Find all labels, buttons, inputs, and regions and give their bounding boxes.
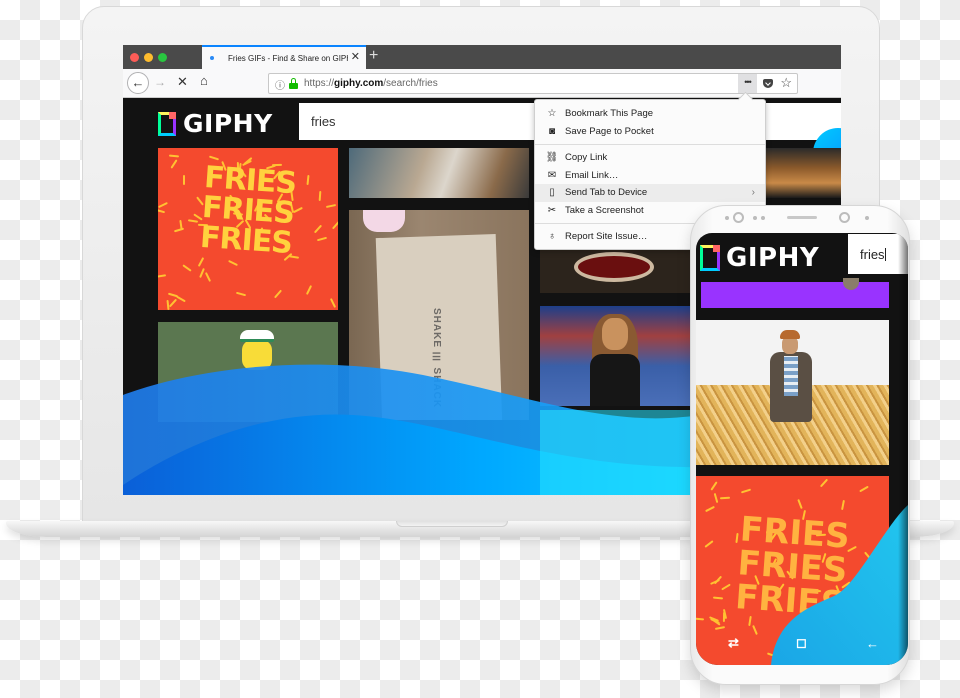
menu-item-save-page-to-pocket[interactable]: ◙ Save Page to Pocket [535,123,765,141]
bookmark-star-icon[interactable]: ☆ [780,75,792,91]
gif-tile-eating[interactable] [349,148,529,198]
menu-item-label: Send Tab to Device [565,187,648,199]
laptop-notch [396,521,508,527]
sensor-dot [725,216,729,220]
home-nav-icon[interactable]: ◻ [796,635,807,651]
lock-icon [289,78,298,89]
menu-item-label: Bookmark This Page [565,108,654,120]
ball [843,278,859,290]
sprinkle [330,298,337,309]
sprinkle [198,268,205,279]
lightbulb-icon: ♁ [548,231,556,243]
homer-hat [240,330,274,342]
sprinkle [168,293,179,298]
menu-item-label: Take a Screenshot [565,204,644,216]
tab-bar: Fries GIFs - Find & Share on GIPHY ✕ + [123,45,841,69]
face [602,318,628,350]
link-icon: ⛓ [545,152,559,164]
recent-apps-icon[interactable]: ⇄ [728,635,739,651]
page-actions-button[interactable]: ••• [738,74,757,93]
menu-item-copy-link[interactable]: ⛓ Copy Link [535,149,765,167]
giphy-logo-icon [158,111,176,136]
text-caret [884,248,886,261]
phone-screen: GIPHY fries FRIES FRIES FRIES ⇄ ◻ ← [696,233,908,665]
phone-search-value: fries [860,247,886,262]
tab-giphy[interactable]: Fries GIFs - Find & Share on GIPHY ✕ [202,45,366,69]
giphy-logo[interactable]: GIPHY [158,109,273,138]
iris-camera [839,212,850,223]
sprinkle [158,273,166,278]
star-icon: ☆ [547,108,557,120]
close-window-button[interactable] [130,53,139,62]
pocket-icon[interactable] [763,79,773,88]
sensor-dot [753,216,757,220]
phone-device: GIPHY fries FRIES FRIES FRIES ⇄ ◻ ← [690,205,910,685]
tab-title: Fries GIFs - Find & Share on GIPHY [228,53,348,63]
menu-item-label: Save Page to Pocket [565,125,654,137]
home-button[interactable]: ⌂ [200,73,208,88]
menu-item-label: Copy Link [565,152,608,164]
search-value: fries [311,114,336,129]
menu-separator [535,144,765,145]
new-tab-button[interactable]: + [369,46,378,66]
menu-item-label: Report Site Issue… [565,231,648,243]
sprinkle [204,272,211,283]
url-text[interactable]: https://giphy.com/search/fries [304,78,438,89]
envelope-icon: ✉ [547,169,557,181]
favicon-icon [210,56,214,60]
nav-bar: ← → ✕ ⌂ ⓘ https://giphy.com/search/fries… [123,69,841,98]
gif-tile-fries-man[interactable] [696,320,889,465]
sprinkle [198,256,205,267]
menu-item-bookmark-this-page[interactable]: ☆ Bookmark This Page [535,105,765,123]
wave-highlight [540,410,690,495]
stop-button[interactable]: ✕ [177,74,188,90]
pie [574,252,654,282]
forward-button[interactable]: → [154,75,166,89]
front-camera [733,212,744,223]
back-nav-icon[interactable]: ← [866,636,879,651]
pocket-icon: ◙ [548,125,556,137]
sensor-dot [761,216,765,220]
sensor-dot [865,216,869,220]
scissors-icon: ✂ [547,204,557,216]
menu-item-label: Email Link… [565,169,619,181]
sprinkle [168,154,179,158]
gif-tile-burger[interactable] [765,148,841,198]
sprinkle [236,292,247,297]
close-tab-icon[interactable]: ✕ [351,50,360,63]
sprinkle [305,284,312,295]
menu-item-email-link[interactable]: ✉ Email Link… [535,167,765,185]
gif-tile-purple[interactable] [701,278,889,308]
phone-speaker [787,216,817,219]
phone-search-input[interactable]: fries [848,234,908,274]
minimize-window-button[interactable] [144,53,153,62]
sprinkle [166,300,170,310]
menu-item-send-tab-to-device[interactable]: ▯ Send Tab to Device › [535,184,765,202]
gif-tile-pie[interactable] [540,248,690,293]
back-button[interactable]: ← [127,72,149,94]
chevron-right-icon: › [751,187,755,198]
hand [363,210,405,232]
sprinkle [182,263,192,272]
man [768,330,814,440]
fries-text: FRIES FRIES FRIES [198,159,298,262]
info-icon[interactable]: ⓘ [275,77,285,92]
giphy-logo-icon [700,245,720,271]
gif-tile-fries[interactable]: FRIES FRIES FRIES [158,148,338,310]
sprinkle [228,260,239,267]
sprinkle [273,289,282,299]
sprinkle [169,298,178,308]
zoom-window-button[interactable] [158,53,167,62]
device-icon: ▯ [549,187,555,199]
url-bar[interactable]: ⓘ https://giphy.com/search/fries ••• ☆ [268,73,798,94]
phone-giphy-logo[interactable]: GIPHY [700,243,819,273]
